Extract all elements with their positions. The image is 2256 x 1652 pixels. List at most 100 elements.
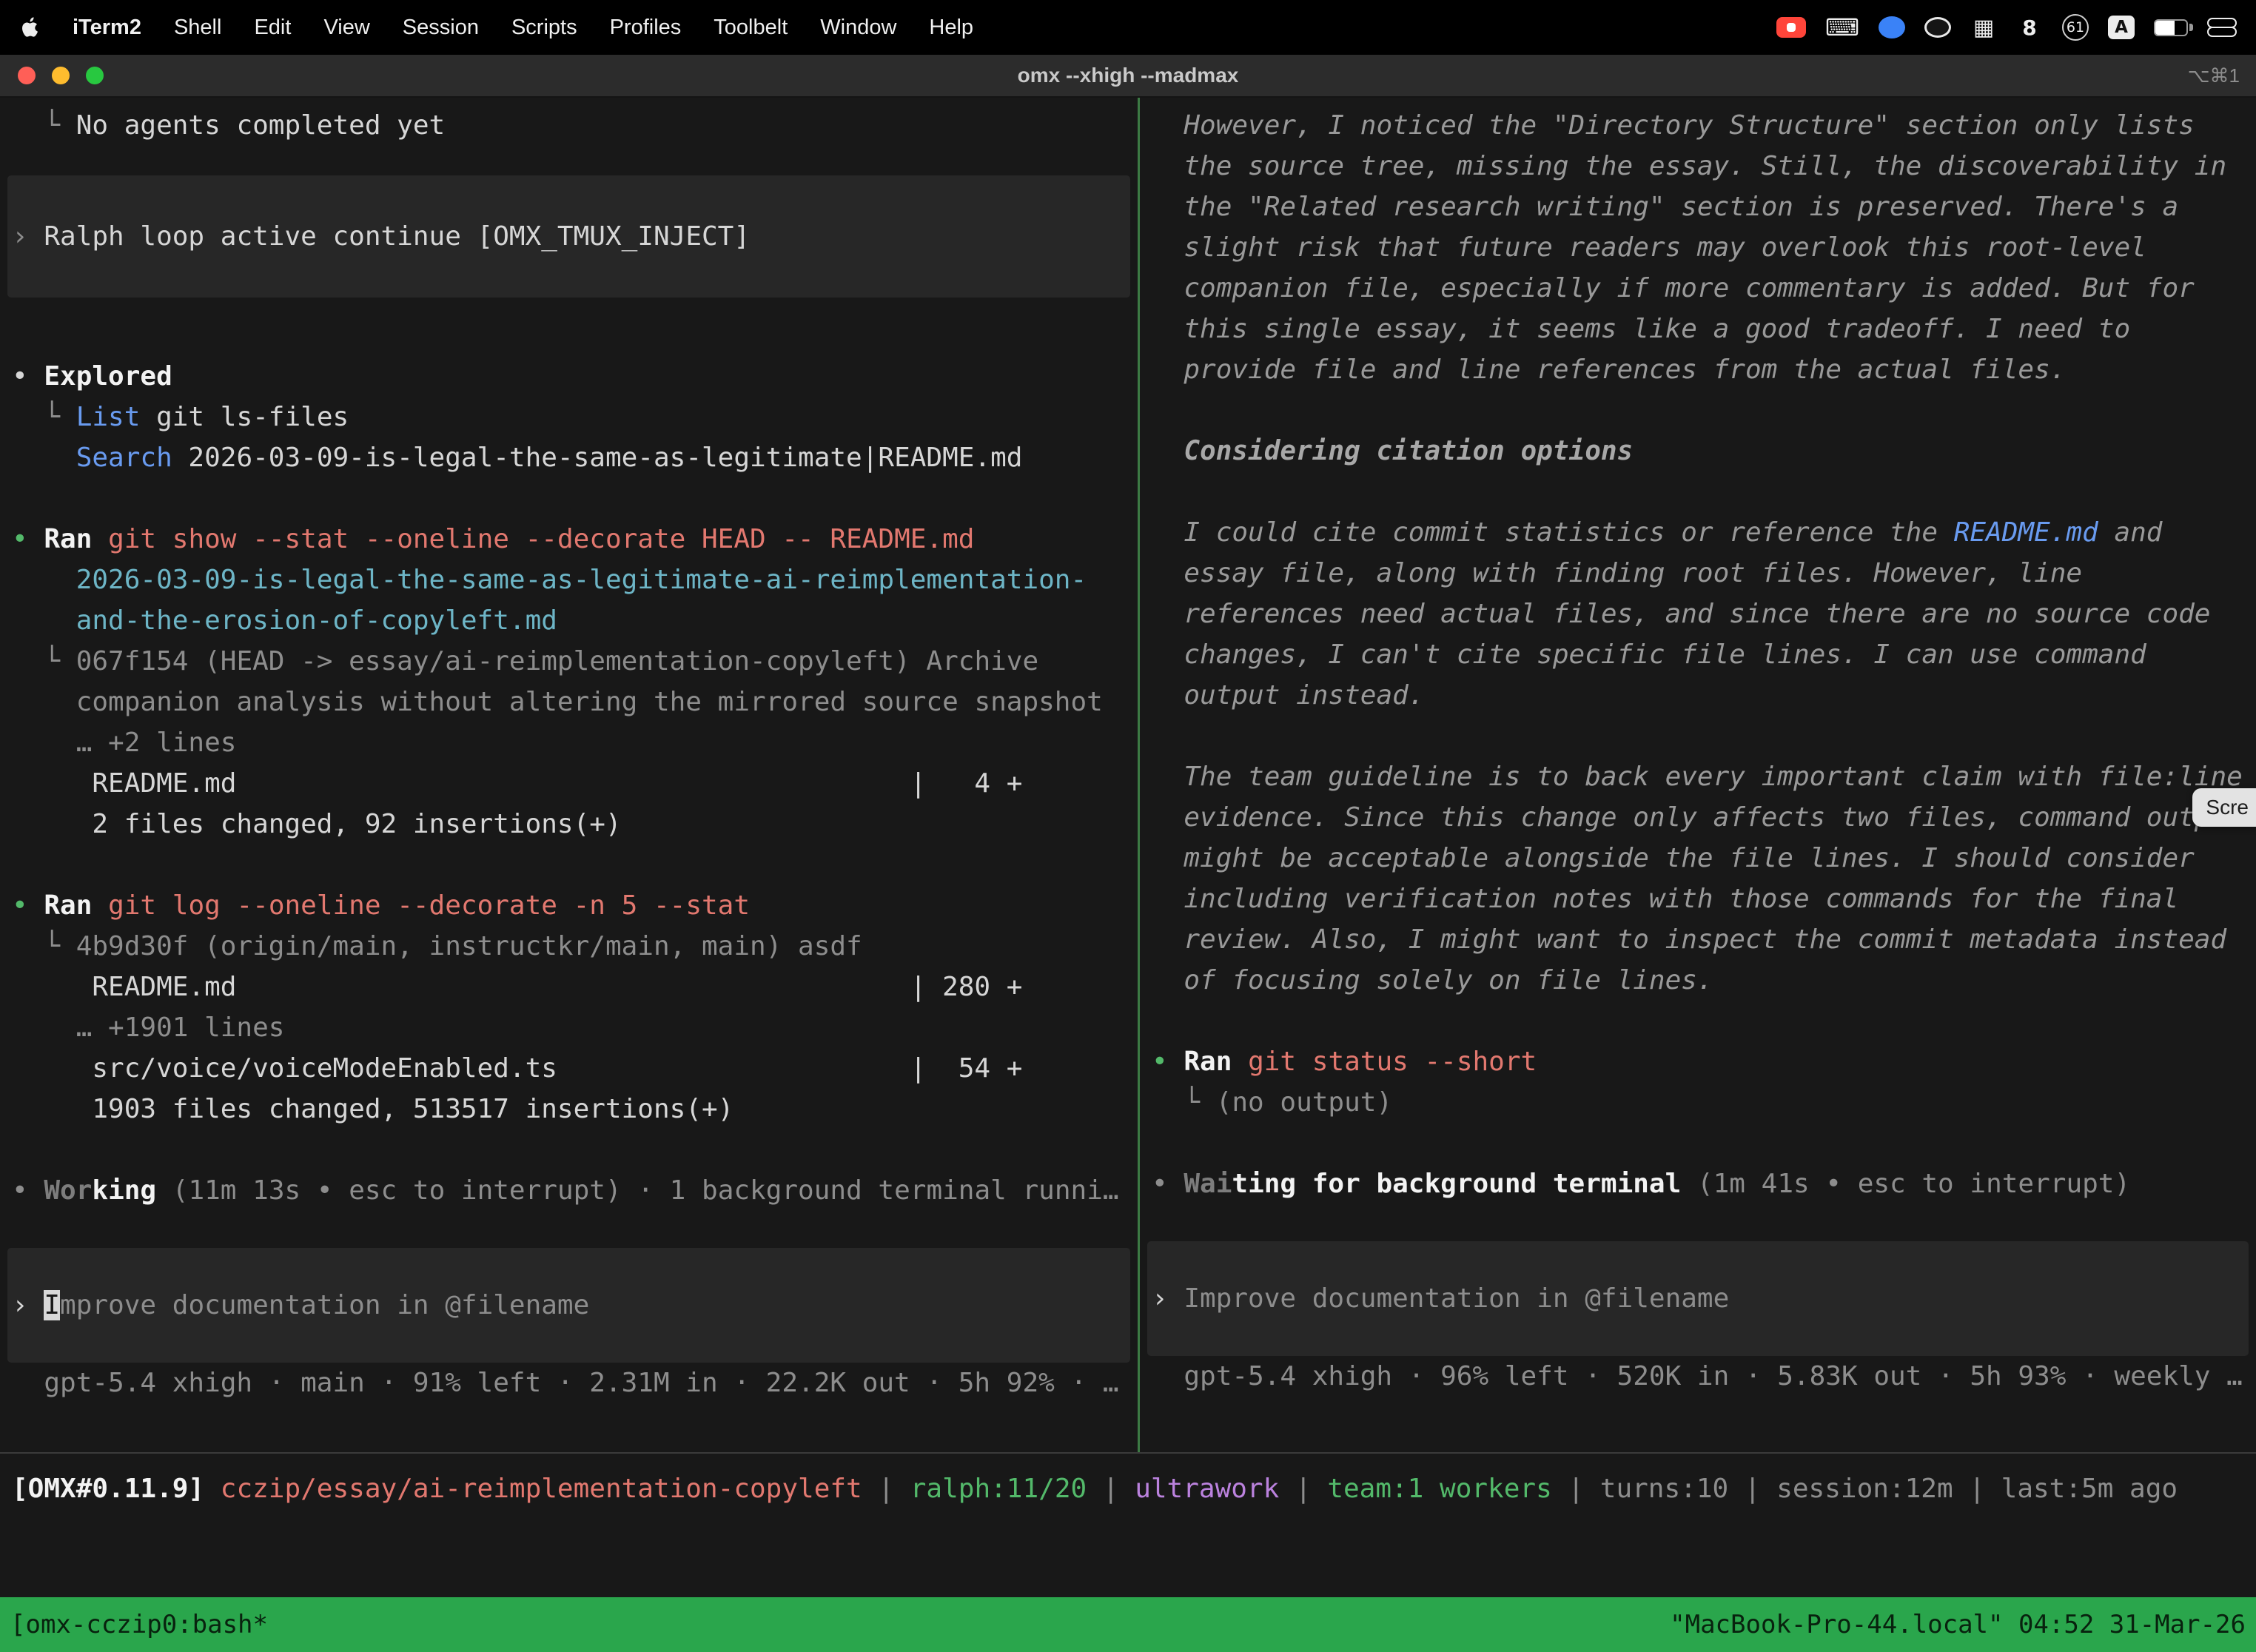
terminal-line: companion file, especially if more comme… [1152, 268, 2256, 309]
menu-profiles[interactable]: Profiles [610, 16, 682, 40]
apple-icon[interactable] [21, 15, 43, 40]
text-segment: provide file and line references from th… [1184, 355, 2066, 385]
terminal-line: 2 files changed, 92 insertions(+) [12, 804, 1138, 845]
text-segment: | [1953, 1474, 2001, 1504]
menu-shell[interactable]: Shell [174, 16, 222, 40]
text-segment: README.md | 280 + [12, 972, 1022, 1002]
text-segment: | [1087, 1474, 1135, 1504]
terminal-line: └ 4b9d30f (origin/main, instructkr/main,… [12, 926, 1138, 967]
blank-line [12, 478, 1138, 519]
swift-icon[interactable] [1879, 16, 1905, 38]
text-segment [1152, 762, 1184, 792]
terminal-line: this single essay, it seems like a good … [1152, 309, 2256, 349]
window-shortcut: ⌥⌘1 [2188, 64, 2240, 87]
text-segment: output instead. [1184, 680, 1424, 711]
menu-view[interactable]: View [323, 16, 369, 40]
blank-line [1152, 471, 2256, 512]
text-segment: src/voice/voiceModeEnabled.ts | 54 + [12, 1053, 1022, 1084]
command-input[interactable]: › Improve documentation in @filename [1147, 1241, 2249, 1356]
text-segment [1152, 232, 1184, 263]
tmux-host-clock-label: "MacBook-Pro-44.local" 04:52 31-Mar-26 [1670, 1610, 2246, 1639]
right-terminal-pane[interactable]: However, I noticed the "Directory Struct… [1140, 98, 2256, 1452]
terminal-line: Considering citation options [1152, 431, 2256, 471]
blank-line [1152, 390, 2256, 431]
menu-edit[interactable]: Edit [254, 16, 291, 40]
text-segment [12, 687, 76, 717]
text-segment [1152, 599, 1184, 629]
terminal-line: gpt-5.4 xhigh · main · 91% left · 2.31M … [12, 1363, 1138, 1403]
text-segment: └ [12, 931, 76, 961]
menu-app-name[interactable]: iTerm2 [73, 16, 141, 40]
clip-icon[interactable]: 8 [2016, 14, 2043, 41]
text-segment: └ [12, 646, 76, 676]
menu-window[interactable]: Window [820, 16, 896, 40]
text-segment: cczip/essay/ai-reimplementation-copyleft [221, 1474, 862, 1504]
battery-percent-icon[interactable]: 61 [2062, 14, 2089, 41]
battery-icon[interactable] [2154, 19, 2188, 36]
text-segment: Ran [1184, 1047, 1232, 1077]
minimize-button[interactable] [52, 67, 70, 84]
keyboard-icon[interactable]: ⌨ [1825, 14, 1859, 41]
terminal-line: references need actual files, and since … [1152, 594, 2256, 634]
text-segment: I could cite commit statistics or refere… [1184, 517, 1953, 548]
text-segment: Search [76, 443, 172, 473]
text-segment: (1m 41s • esc to interrupt) [1697, 1169, 2130, 1199]
menu-scripts[interactable]: Scripts [511, 16, 577, 40]
text-segment [1152, 110, 1184, 141]
text-segment: 1903 files changed, 513517 insertions(+) [12, 1094, 733, 1124]
menu-session[interactable]: Session [403, 16, 479, 40]
text-segment: | [1728, 1474, 1776, 1504]
text-segment: • [12, 361, 44, 392]
text-segment: 2 files changed, 92 insertions(+) [12, 809, 622, 839]
text-segment: [OMX#0.11.9] [12, 1474, 221, 1504]
terminal-line: … +1901 lines [12, 1007, 1138, 1048]
command-input[interactable]: › Improve documentation in @filename [7, 1248, 1130, 1363]
terminal-line: 2026-03-09-is-legal-the-same-as-legitima… [12, 560, 1138, 600]
terminal-line: • Waiting for background terminal (1m 41… [1152, 1164, 2256, 1204]
tmux-session-label: [omx-cczip0:bash* [10, 1610, 268, 1639]
tmux-status-bar: [omx-cczip0:bash* "MacBook-Pro-44.local"… [0, 1597, 2256, 1652]
text-segment: turns:10 [1600, 1474, 1728, 1504]
terminal-line: output instead. [1152, 675, 2256, 716]
text-segment: the "Related research writing" section i… [1184, 192, 2178, 222]
screen-recording-icon[interactable] [1776, 17, 1806, 38]
text-segment: this single essay, it seems like a good … [1184, 314, 2130, 344]
text-segment: might be acceptable alongside the file l… [1184, 843, 2194, 873]
text-segment: Ran [44, 524, 92, 554]
text-segment: and [2098, 517, 2163, 548]
text-segment: changes, I can't cite specific file line… [1184, 639, 2146, 670]
text-segment [1152, 884, 1184, 914]
zoom-button[interactable] [86, 67, 104, 84]
text-segment: last:5m ago [2001, 1474, 2178, 1504]
terminal-line: However, I noticed the "Directory Struct… [1152, 105, 2256, 146]
text-segment: gpt-5.4 xhigh · 96% left · 520K in · 5.8… [1152, 1361, 2243, 1391]
menubar: iTerm2 Shell Edit View Session Scripts Profil… [0, 0, 2256, 55]
text-segment: › [1152, 1283, 1184, 1314]
close-button[interactable] [18, 67, 36, 84]
text-segment [1232, 1047, 1248, 1077]
app-grid-icon[interactable]: ▦ [1970, 14, 1997, 41]
text-segment: essay file, along with finding root file… [1184, 558, 2082, 588]
left-terminal-pane[interactable]: └ No agents completed yet› Ralph loop ac… [0, 98, 1138, 1452]
text-segment: and-the-erosion-of-copyleft.md [76, 605, 557, 636]
terminal-line: • Ran git log --oneline --decorate -n 5 … [12, 885, 1138, 926]
menu-toolbelt[interactable]: Toolbelt [714, 16, 788, 40]
text-segment: README.md [1954, 517, 2098, 548]
terminal-line: might be acceptable alongside the file l… [1152, 838, 2256, 879]
screen-overlay-button[interactable]: Scre [2192, 788, 2256, 827]
text-segment [1152, 965, 1184, 995]
text-segment [12, 565, 76, 595]
menu-help[interactable]: Help [929, 16, 973, 40]
input-source-icon[interactable]: A [2108, 16, 2135, 39]
text-segment [1152, 314, 1184, 344]
text-segment: gpt-5.4 xhigh · main · 91% left · 2.31M … [12, 1368, 1119, 1398]
terminal-line: of focusing solely on file lines. [1152, 960, 2256, 1001]
text-segment: › [12, 1290, 44, 1320]
control-center-icon[interactable] [2207, 18, 2235, 37]
terminal-line: └ List git ls-files [12, 397, 1138, 437]
text-segment: Ralph loop active continue [OMX_TMUX_INJ… [44, 221, 750, 252]
omx-status-area: [OMX#0.11.9] cczip/essay/ai-reimplementa… [0, 1454, 2256, 1597]
text-segment [12, 605, 76, 636]
text-segment: ralph:11/20 [910, 1474, 1087, 1504]
moon-icon[interactable] [1924, 17, 1951, 38]
